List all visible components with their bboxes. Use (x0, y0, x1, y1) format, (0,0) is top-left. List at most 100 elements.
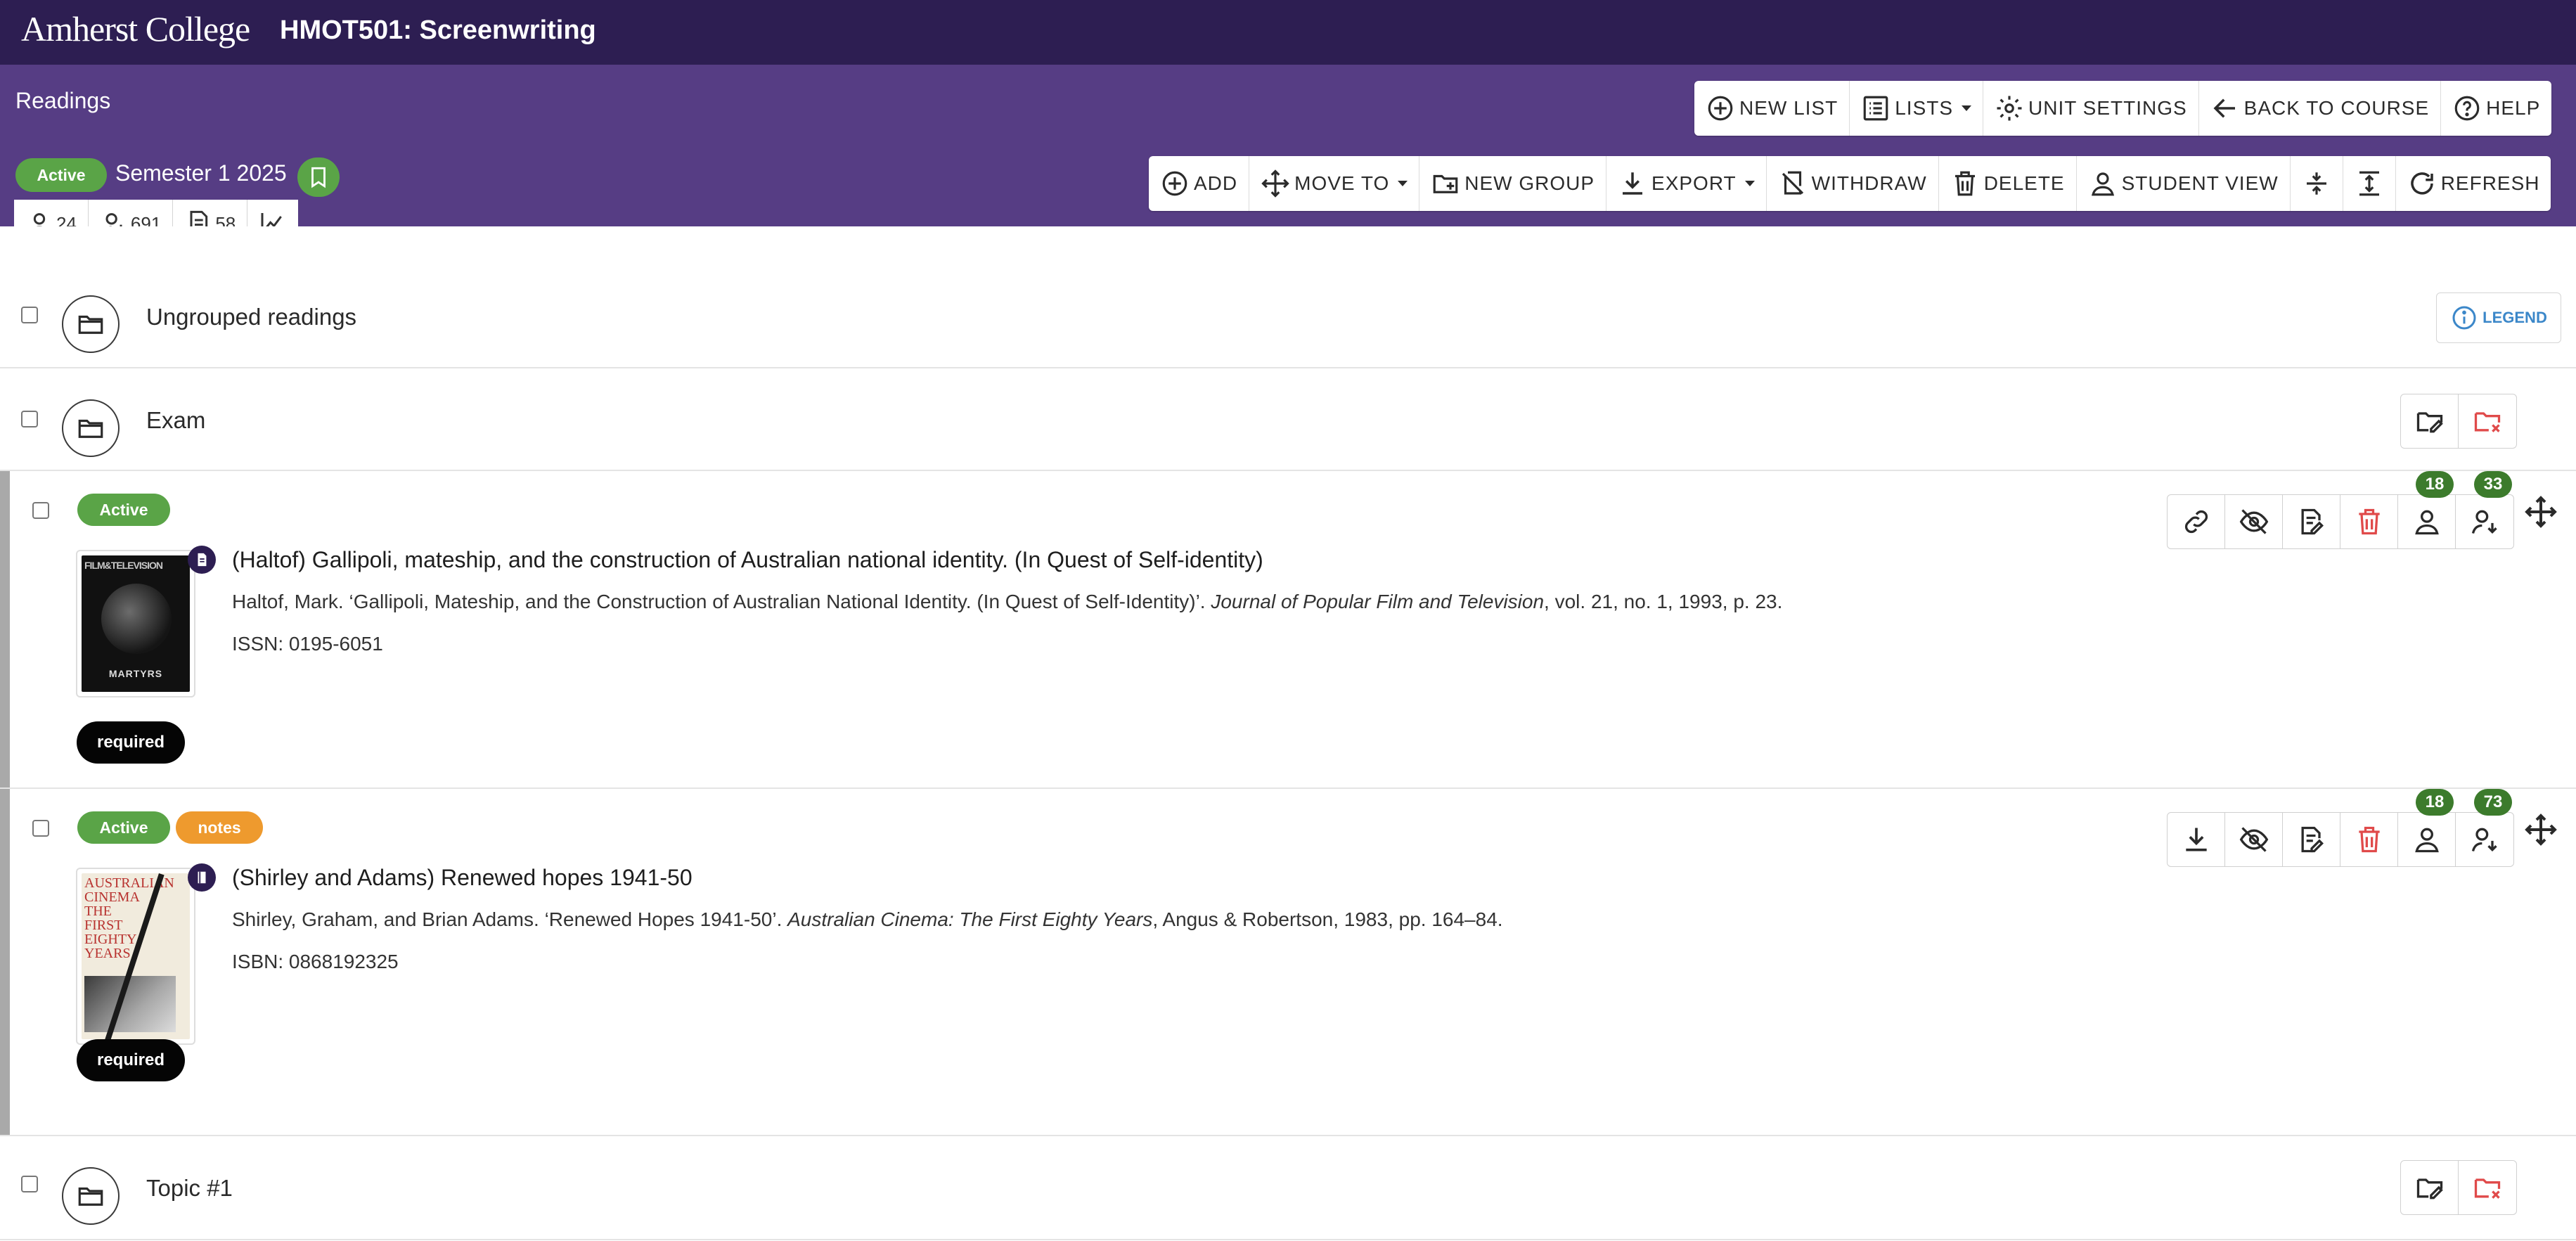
unit-header: Readings NEW LIST LISTS UNIT SETTINGS BA… (0, 65, 2576, 226)
help-button[interactable]: HELP (2441, 81, 2551, 136)
hide-button[interactable] (2225, 813, 2283, 866)
select-checkbox[interactable] (32, 502, 49, 519)
document-edit-icon (2301, 826, 2324, 853)
unit-status-badge: Active (15, 158, 107, 192)
link-button[interactable] (2168, 495, 2225, 548)
requirement-badge: required (77, 1039, 185, 1081)
select-checkbox[interactable] (32, 820, 49, 837)
notes-badge[interactable]: notes (176, 811, 263, 844)
document-icon (198, 553, 207, 567)
chevron-down-icon (1744, 181, 1755, 186)
students-button[interactable]: 18 (2398, 471, 2456, 548)
eye-off-icon (2239, 509, 2268, 534)
collapse-all-button[interactable] (2291, 156, 2343, 211)
cover-figures (101, 584, 172, 654)
drag-handle-icon[interactable] (2524, 495, 2558, 529)
bookmark-button[interactable] (297, 157, 340, 197)
brand-logo[interactable]: Amherst College (21, 8, 250, 49)
back-to-course-label: BACK TO COURSE (2243, 97, 2430, 119)
trash-icon (2358, 508, 2380, 535)
delete-reading-button[interactable] (2340, 495, 2398, 548)
reading-title[interactable]: (Haltof) Gallipoli, mateship, and the co… (232, 547, 1263, 573)
back-to-course-button[interactable]: BACK TO COURSE (2199, 81, 2442, 136)
delete-group-button[interactable] (2459, 1161, 2516, 1214)
resource-type-badge (188, 863, 216, 892)
new-list-button[interactable]: NEW LIST (1694, 81, 1850, 136)
edit-reading-button[interactable] (2283, 813, 2340, 866)
delete-reading-button[interactable] (2340, 813, 2398, 866)
cover-title: AUSTRALIAN CINEMA THE FIRST EIGHTY YEARS (84, 875, 174, 961)
refresh-button[interactable]: REFRESH (2396, 156, 2551, 211)
citation-tail: , vol. 21, no. 1, 1993, p. 23. (1544, 591, 1783, 612)
group-title: Topic #1 (146, 1175, 233, 1201)
expand-all-button[interactable] (2343, 156, 2396, 211)
delete-button[interactable]: DELETE (1939, 156, 2077, 211)
person-icon (2414, 510, 2439, 535)
citation-tail: , Angus & Robertson, 1983, pp. 164–84. (1152, 908, 1503, 930)
reading-toolbar: ADD MOVE TO NEW GROUP EXPORT WITHDRAW DE… (1149, 156, 2551, 211)
edit-group-button[interactable] (2401, 1161, 2459, 1214)
legend-button[interactable]: LEGEND (2436, 292, 2561, 343)
student-view-label: STUDENT VIEW (2121, 172, 2279, 194)
views-button[interactable]: 73 (2456, 789, 2513, 866)
new-list-label: NEW LIST (1739, 97, 1838, 119)
delete-group-button[interactable] (2459, 394, 2516, 448)
bookmark-icon (311, 167, 326, 188)
link-icon (2184, 510, 2208, 534)
export-dropdown[interactable]: EXPORT (1606, 156, 1767, 211)
lists-dropdown[interactable]: LISTS (1850, 81, 1984, 136)
new-group-button[interactable]: NEW GROUP (1419, 156, 1607, 211)
unit-settings-label: UNIT SETTINGS (2028, 97, 2187, 119)
folder-icon (78, 419, 103, 438)
select-checkbox[interactable] (21, 1176, 38, 1192)
group-row: Topic #1 (0, 1136, 2576, 1240)
course-title[interactable]: HMOT501: Screenwriting (280, 15, 596, 46)
delete-label: DELETE (1983, 172, 2065, 194)
students-button[interactable]: 18 (2398, 789, 2456, 866)
reading-citation: Shirley, Graham, and Brian Adams. ‘Renew… (232, 908, 1503, 931)
group-title: Ungrouped readings (146, 304, 357, 330)
person-icon (2091, 172, 2114, 196)
group-folder[interactable] (62, 399, 120, 457)
move-to-dropdown[interactable]: MOVE TO (1249, 156, 1420, 211)
group-folder[interactable] (62, 295, 120, 353)
unit-settings-button[interactable]: UNIT SETTINGS (1983, 81, 2199, 136)
cover-caption: MARTYRS (108, 668, 163, 679)
download-button[interactable] (2168, 813, 2225, 866)
status-badge: Active (77, 494, 170, 526)
reading-identifier: ISSN: 0195-6051 (232, 633, 383, 655)
help-label: HELP (2486, 97, 2541, 119)
reading-cover[interactable]: FILM&TELEVISION MARTYRS (76, 550, 195, 697)
select-checkbox[interactable] (21, 307, 38, 323)
document-edit-icon (2301, 508, 2324, 535)
select-checkbox[interactable] (21, 411, 38, 427)
group-row: Ungrouped readings (0, 226, 2576, 368)
views-button[interactable]: 33 (2456, 471, 2513, 548)
citation-text: Haltof, Mark. ‘Gallipoli, Mateship, and … (232, 591, 1211, 612)
hide-button[interactable] (2225, 495, 2283, 548)
group-title: Exam (146, 407, 206, 433)
group-folder[interactable] (62, 1167, 120, 1225)
move-icon (1261, 169, 1289, 198)
drag-handle-icon[interactable] (2524, 813, 2558, 847)
cover-image: FILM&TELEVISION MARTYRS (82, 555, 190, 692)
folder-edit-icon (2416, 1178, 2443, 1200)
student-view-button[interactable]: STUDENT VIEW (2077, 156, 2291, 211)
reading-title[interactable]: (Shirley and Adams) Renewed hopes 1941-5… (232, 865, 693, 891)
reading-item: Active FILM&TELEVISION MARTYRS (Haltof) … (0, 471, 2576, 789)
arrow-left-icon (2213, 98, 2235, 118)
requirement-badge: required (77, 721, 185, 764)
reading-cover[interactable]: AUSTRALIAN CINEMA THE FIRST EIGHTY YEARS (76, 868, 195, 1045)
edit-reading-button[interactable] (2283, 495, 2340, 548)
trash-icon (1954, 171, 1975, 196)
reading-actions: 18 33 (2167, 471, 2514, 549)
expand-icon (2359, 171, 2379, 196)
legend-label: LEGEND (2482, 309, 2547, 326)
withdraw-button[interactable]: WITHDRAW (1767, 156, 1939, 211)
add-circle-icon (1162, 171, 1187, 196)
edit-group-button[interactable] (2401, 394, 2459, 448)
export-label: EXPORT (1651, 172, 1737, 194)
add-button[interactable]: ADD (1149, 156, 1250, 211)
view-count-badge: 33 (2474, 471, 2512, 498)
reading-group-indicator (0, 471, 10, 787)
